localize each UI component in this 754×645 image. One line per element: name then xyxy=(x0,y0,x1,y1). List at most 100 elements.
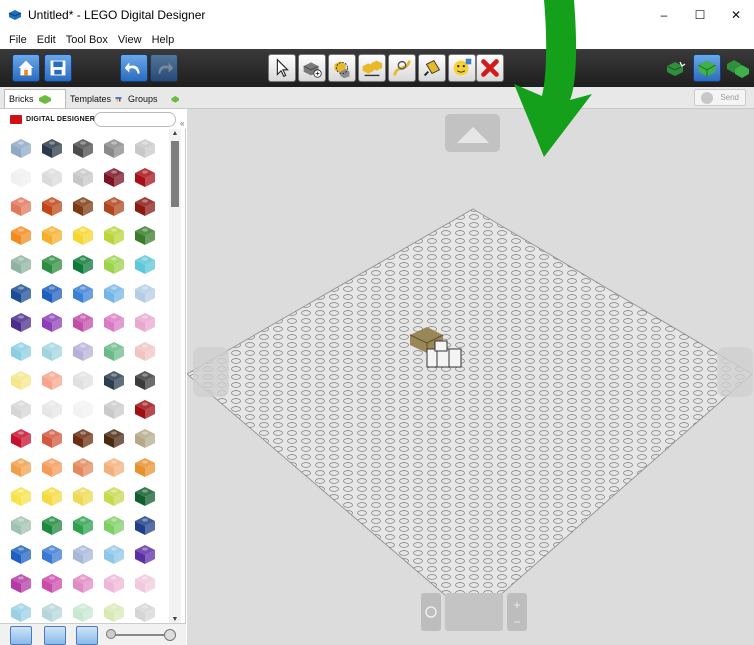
brick-swatch[interactable] xyxy=(70,367,96,393)
brick-swatch[interactable] xyxy=(101,367,127,393)
brick-swatch[interactable] xyxy=(8,251,34,277)
camera-up-icon[interactable] xyxy=(445,114,500,152)
brick-swatch[interactable] xyxy=(8,164,34,190)
brick-swatch[interactable] xyxy=(132,338,158,364)
brick-swatch[interactable] xyxy=(101,483,127,509)
brick-swatch[interactable] xyxy=(8,135,34,161)
brick-swatch[interactable] xyxy=(70,222,96,248)
brick-swatch[interactable] xyxy=(8,541,34,567)
brick-swatch[interactable] xyxy=(132,251,158,277)
rotate-left-icon[interactable] xyxy=(421,593,441,631)
minimize-button[interactable]: – xyxy=(646,0,682,30)
brick-swatch[interactable] xyxy=(101,193,127,219)
clone-tool-button[interactable] xyxy=(298,54,326,82)
collapse-panel-icon[interactable]: « xyxy=(180,119,184,128)
brick-swatch[interactable] xyxy=(101,280,127,306)
brick-swatch[interactable] xyxy=(39,280,65,306)
flex-tool-button[interactable] xyxy=(388,54,416,82)
brick-swatch[interactable] xyxy=(70,454,96,480)
brick-swatch[interactable] xyxy=(70,483,96,509)
undo-button[interactable] xyxy=(120,54,148,82)
brick-swatch[interactable] xyxy=(132,570,158,596)
home-button[interactable] xyxy=(12,54,40,82)
menu-toolbox[interactable]: Tool Box xyxy=(61,34,113,46)
send-button[interactable]: Send xyxy=(694,89,746,106)
brick-swatch[interactable] xyxy=(132,367,158,393)
camera-right-icon[interactable] xyxy=(717,347,753,397)
brick-swatch[interactable] xyxy=(132,193,158,219)
brick-swatch[interactable] xyxy=(132,280,158,306)
brick-swatch[interactable] xyxy=(39,338,65,364)
tab-groups[interactable]: Groups xyxy=(124,89,184,108)
maximize-button[interactable]: ☐ xyxy=(682,0,718,30)
camera-down-icon[interactable] xyxy=(445,593,503,631)
brick-swatch[interactable] xyxy=(8,222,34,248)
brick-swatch[interactable] xyxy=(132,222,158,248)
brick-swatch[interactable] xyxy=(8,367,34,393)
brick-swatch[interactable] xyxy=(70,425,96,451)
brick-swatch[interactable] xyxy=(39,367,65,393)
view-mode-button[interactable] xyxy=(693,54,721,82)
brick-swatch[interactable] xyxy=(70,512,96,538)
brick-swatch[interactable] xyxy=(101,338,127,364)
brick-swatch[interactable] xyxy=(132,599,158,625)
menu-help[interactable]: Help xyxy=(147,34,180,46)
brick-swatch[interactable] xyxy=(70,338,96,364)
paint-tool-button[interactable] xyxy=(418,54,446,82)
brick-swatch[interactable] xyxy=(101,222,127,248)
brick-swatch[interactable] xyxy=(132,135,158,161)
brick-swatch[interactable] xyxy=(101,135,127,161)
building-guide-button[interactable] xyxy=(723,54,751,82)
palette-scrollbar[interactable]: ▲ ▼ xyxy=(169,129,181,625)
hinge-align-tool-button[interactable] xyxy=(358,54,386,82)
scroll-up-icon[interactable]: ▲ xyxy=(171,130,179,138)
brick-swatch[interactable] xyxy=(101,309,127,335)
brick-swatch[interactable] xyxy=(8,309,34,335)
menu-file[interactable]: File xyxy=(4,34,32,46)
zoom-slider-knob[interactable] xyxy=(106,629,116,639)
brick-swatch[interactable] xyxy=(101,396,127,422)
brick-swatch[interactable] xyxy=(70,309,96,335)
brick-swatch[interactable] xyxy=(8,483,34,509)
brick-swatch[interactable] xyxy=(39,396,65,422)
brick-swatch[interactable] xyxy=(8,570,34,596)
brick-swatch[interactable] xyxy=(39,541,65,567)
brick-swatch[interactable] xyxy=(132,541,158,567)
brick-info-button[interactable] xyxy=(76,626,98,645)
decoration-tool-button[interactable] xyxy=(448,54,476,82)
brick-swatch[interactable] xyxy=(8,338,34,364)
brick-swatch[interactable] xyxy=(132,512,158,538)
brick-swatch[interactable] xyxy=(39,135,65,161)
brick-swatch[interactable] xyxy=(8,454,34,480)
brick-swatch[interactable] xyxy=(70,541,96,567)
brick-swatch[interactable] xyxy=(39,425,65,451)
brick-swatch[interactable] xyxy=(132,309,158,335)
brick-swatch[interactable] xyxy=(101,425,127,451)
brick-swatch[interactable] xyxy=(70,135,96,161)
brick-swatch[interactable] xyxy=(8,425,34,451)
brick-swatch[interactable] xyxy=(132,483,158,509)
brick-swatch[interactable] xyxy=(39,599,65,625)
brick-swatch[interactable] xyxy=(70,280,96,306)
brick-swatch[interactable] xyxy=(132,396,158,422)
brick-swatch[interactable] xyxy=(8,280,34,306)
brick-swatch[interactable] xyxy=(132,454,158,480)
select-tool-button[interactable] xyxy=(268,54,296,82)
brick-swatch[interactable] xyxy=(101,454,127,480)
brick-swatch[interactable] xyxy=(39,512,65,538)
brick-swatch[interactable] xyxy=(70,164,96,190)
menu-view[interactable]: View xyxy=(113,34,147,46)
tab-bricks[interactable]: Bricks xyxy=(4,89,66,108)
brick-swatch[interactable] xyxy=(101,570,127,596)
brick-swatch[interactable] xyxy=(101,541,127,567)
brick-swatch[interactable] xyxy=(101,599,127,625)
brick-swatch[interactable] xyxy=(70,570,96,596)
brick-swatch[interactable] xyxy=(39,193,65,219)
zoom-in-icon[interactable] xyxy=(164,629,176,641)
view-list-button[interactable] xyxy=(10,626,32,645)
brick-swatch[interactable] xyxy=(8,193,34,219)
menu-edit[interactable]: Edit xyxy=(32,34,61,46)
brick-swatch[interactable] xyxy=(39,483,65,509)
zoom-controls-icon[interactable]: + − xyxy=(507,593,527,631)
brick-swatch[interactable] xyxy=(132,164,158,190)
